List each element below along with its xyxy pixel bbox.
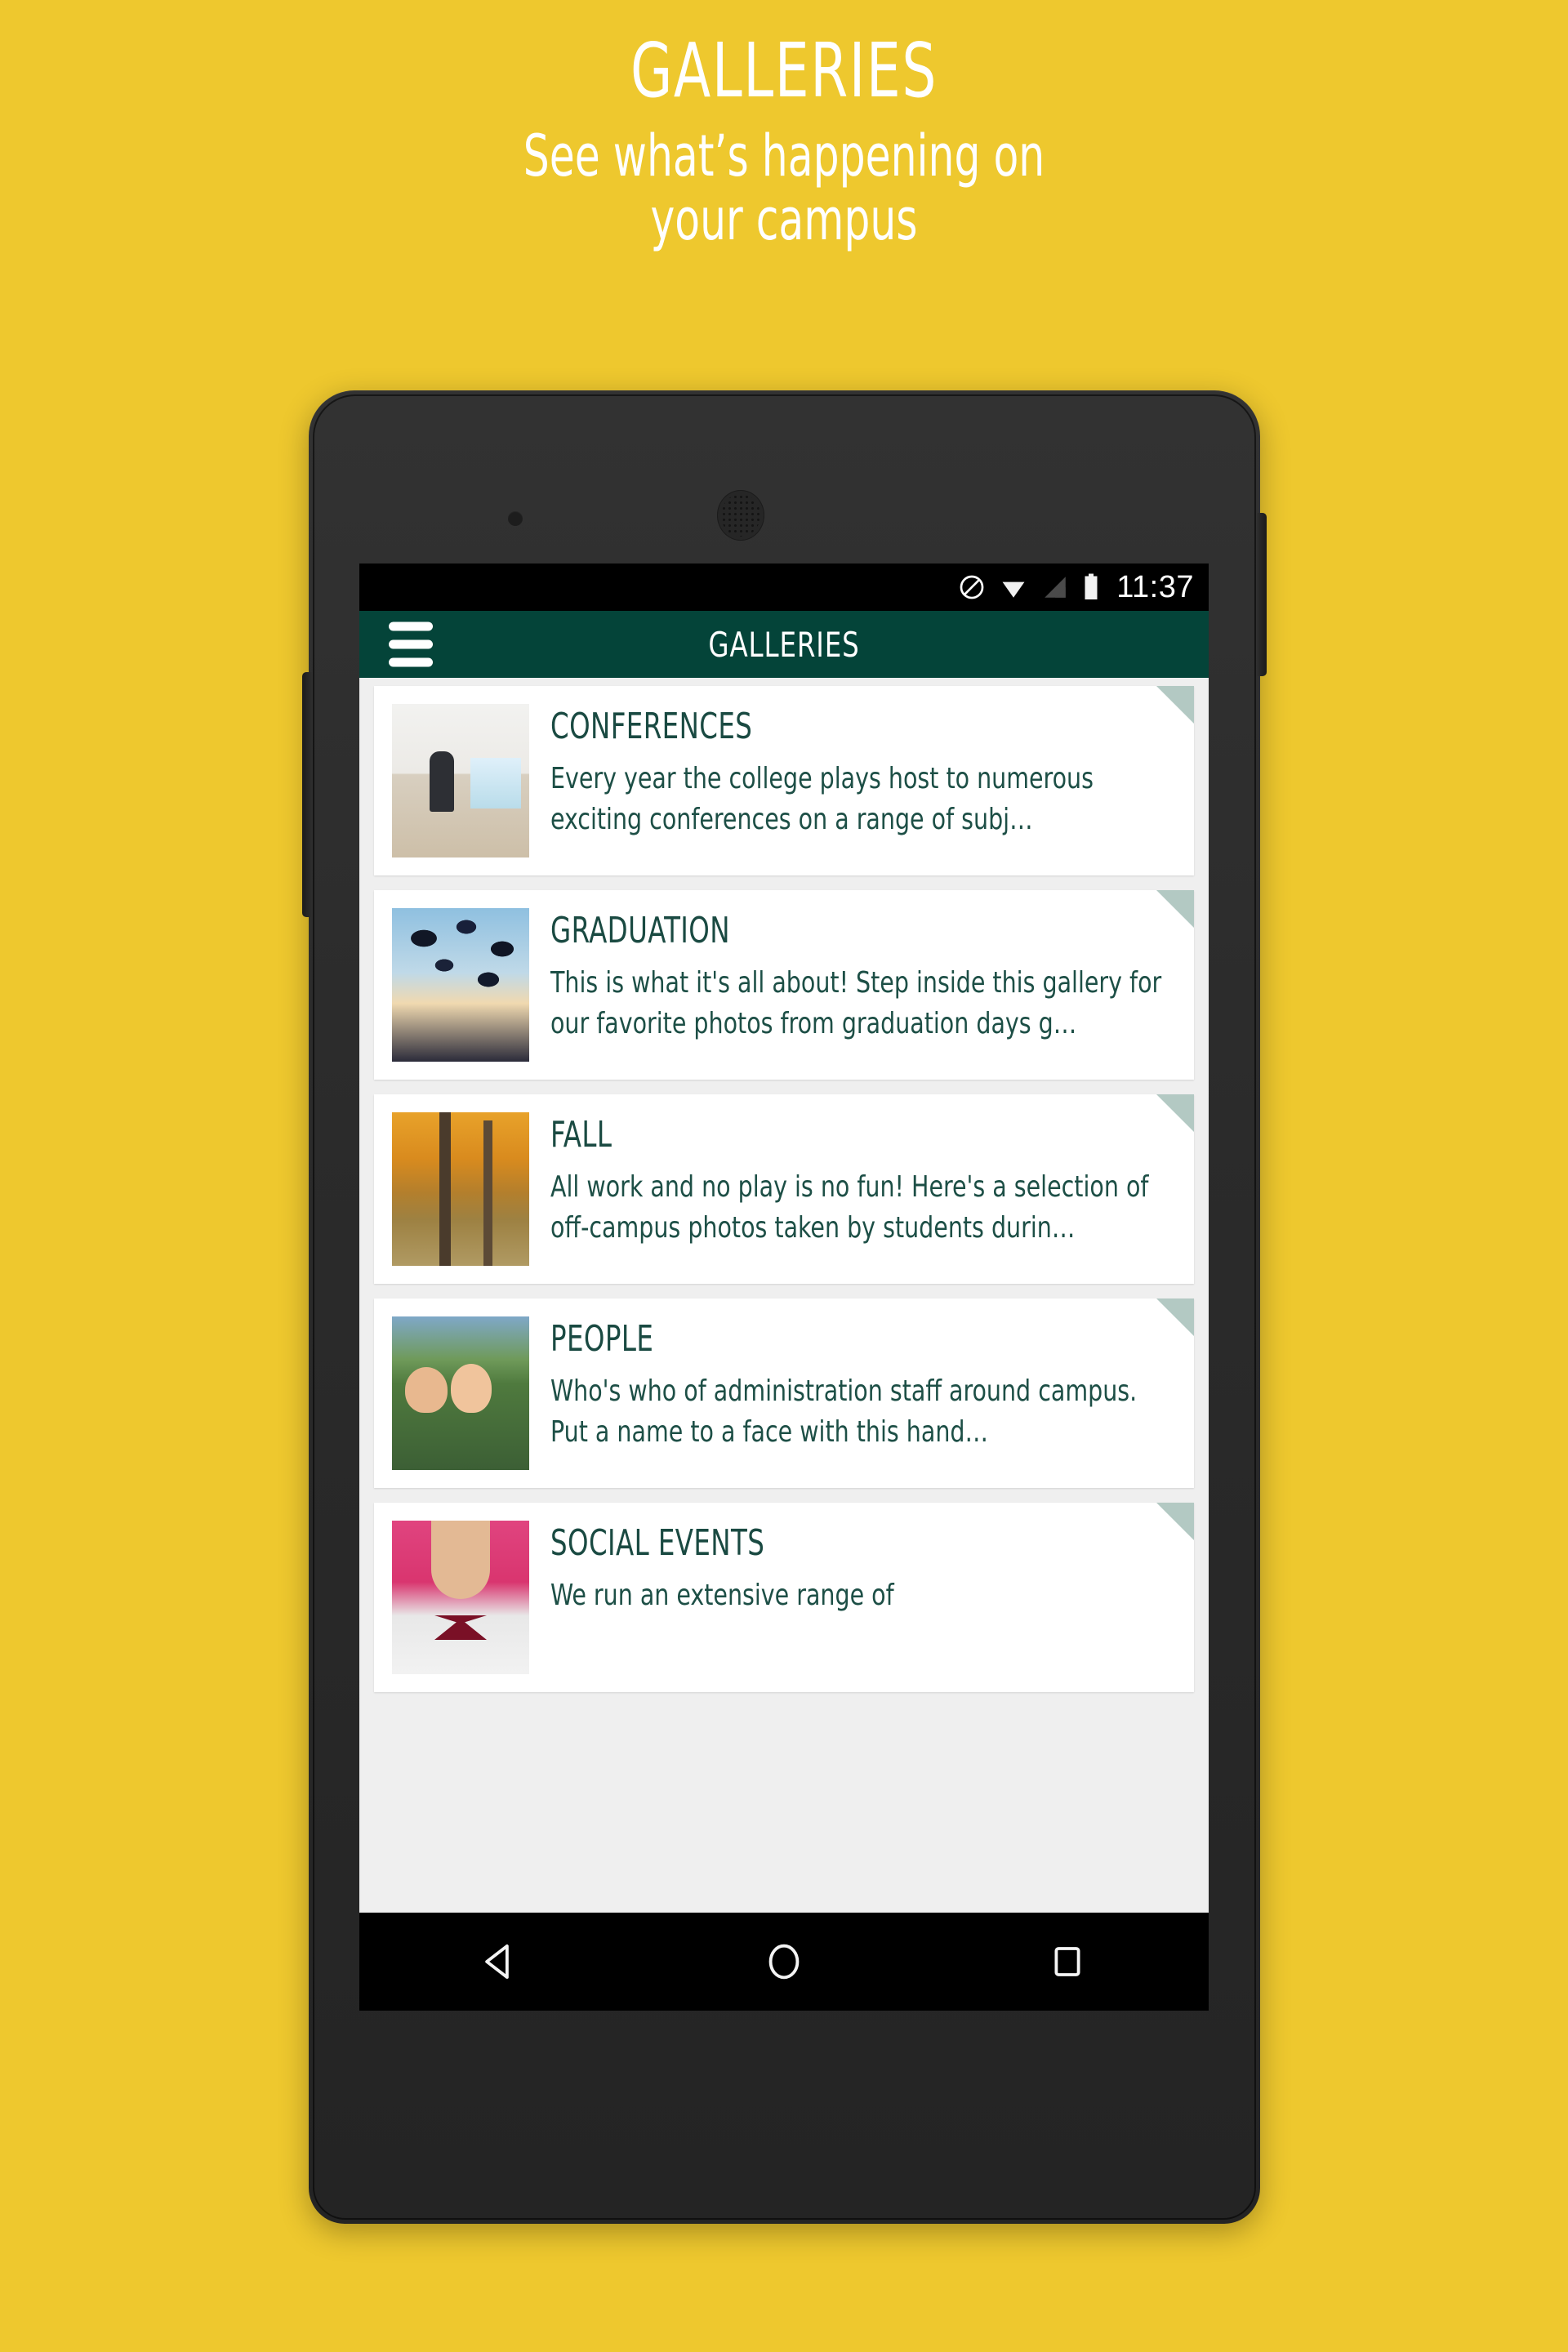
phone-screen: 11:37 GALLERIES CONFERENCES Every year t… [359, 564, 1209, 2011]
volume-button[interactable] [302, 672, 312, 917]
promo-header: GALLERIES See what’s happening on your c… [0, 33, 1568, 252]
gallery-thumbnail [392, 1316, 529, 1470]
nav-back-button[interactable] [452, 1940, 550, 1984]
cell-signal-icon [1045, 577, 1066, 598]
corner-ribbon-icon [1156, 890, 1194, 928]
gallery-title: PEOPLE [550, 1318, 654, 1360]
gallery-description: This is what it's all about! Step inside… [550, 966, 1162, 1040]
back-icon [485, 1944, 510, 1980]
gallery-card-body: PEOPLE Who's who of administration staff… [550, 1316, 1178, 1470]
front-camera-icon [508, 511, 523, 526]
promo-subtitle: See what’s happening on your campus [523, 122, 1045, 254]
android-navigation-bar [359, 1913, 1209, 2011]
promo-title: GALLERIES [630, 27, 938, 114]
battery-icon [1085, 573, 1098, 599]
phone-device: 11:37 GALLERIES CONFERENCES Every year t… [302, 390, 1267, 2224]
corner-ribbon-icon [1156, 1503, 1194, 1540]
gallery-description: Every year the college plays host to num… [550, 762, 1094, 836]
gallery-list[interactable]: CONFERENCES Every year the college plays… [359, 678, 1209, 1692]
gallery-description: All work and no play is no fun! Here's a… [550, 1170, 1149, 1245]
corner-ribbon-icon [1156, 1094, 1194, 1132]
status-bar: 11:37 [359, 564, 1209, 611]
gallery-list-item[interactable]: SOCIAL EVENTS We run an extensive range … [374, 1503, 1194, 1692]
gallery-title: FALL [550, 1114, 612, 1156]
gallery-title: SOCIAL EVENTS [550, 1522, 765, 1564]
gallery-thumbnail [392, 1521, 529, 1674]
earpiece-mesh [721, 494, 760, 537]
gallery-card-body: GRADUATION This is what it's all about! … [550, 908, 1178, 1062]
gallery-title: GRADUATION [550, 910, 730, 951]
gallery-thumbnail [392, 1112, 529, 1266]
gallery-card-body: SOCIAL EVENTS We run an extensive range … [550, 1521, 1178, 1674]
gallery-title: CONFERENCES [550, 706, 753, 747]
gallery-list-item[interactable]: FALL All work and no play is no fun! Her… [374, 1094, 1194, 1284]
corner-ribbon-icon [1156, 686, 1194, 724]
earpiece-speaker-icon [717, 490, 764, 541]
gallery-card-body: CONFERENCES Every year the college plays… [550, 704, 1178, 858]
gallery-thumbnail [392, 908, 529, 1062]
gallery-description: Who's who of administration staff around… [550, 1374, 1138, 1449]
gallery-list-item[interactable]: CONFERENCES Every year the college plays… [374, 686, 1194, 875]
wifi-icon [1002, 581, 1025, 598]
app-bar: GALLERIES [359, 611, 1209, 678]
gallery-card-body: FALL All work and no play is no fun! Her… [550, 1112, 1178, 1266]
corner-ribbon-icon [1156, 1298, 1194, 1336]
do-not-disturb-icon [960, 575, 984, 599]
recents-icon [1054, 1947, 1080, 1976]
gallery-list-item[interactable]: GRADUATION This is what it's all about! … [374, 890, 1194, 1080]
gallery-list-item[interactable]: PEOPLE Who's who of administration staff… [374, 1298, 1194, 1488]
gallery-description: We run an extensive range of [550, 1579, 894, 1612]
gallery-thumbnail [392, 704, 529, 858]
home-icon [768, 1944, 800, 1980]
power-button[interactable] [1257, 513, 1267, 676]
app-bar-title: GALLERIES [708, 624, 860, 665]
nav-home-button[interactable] [735, 1940, 833, 1984]
nav-recents-button[interactable] [1018, 1942, 1116, 1981]
status-bar-clock: 11:37 [1116, 569, 1194, 604]
